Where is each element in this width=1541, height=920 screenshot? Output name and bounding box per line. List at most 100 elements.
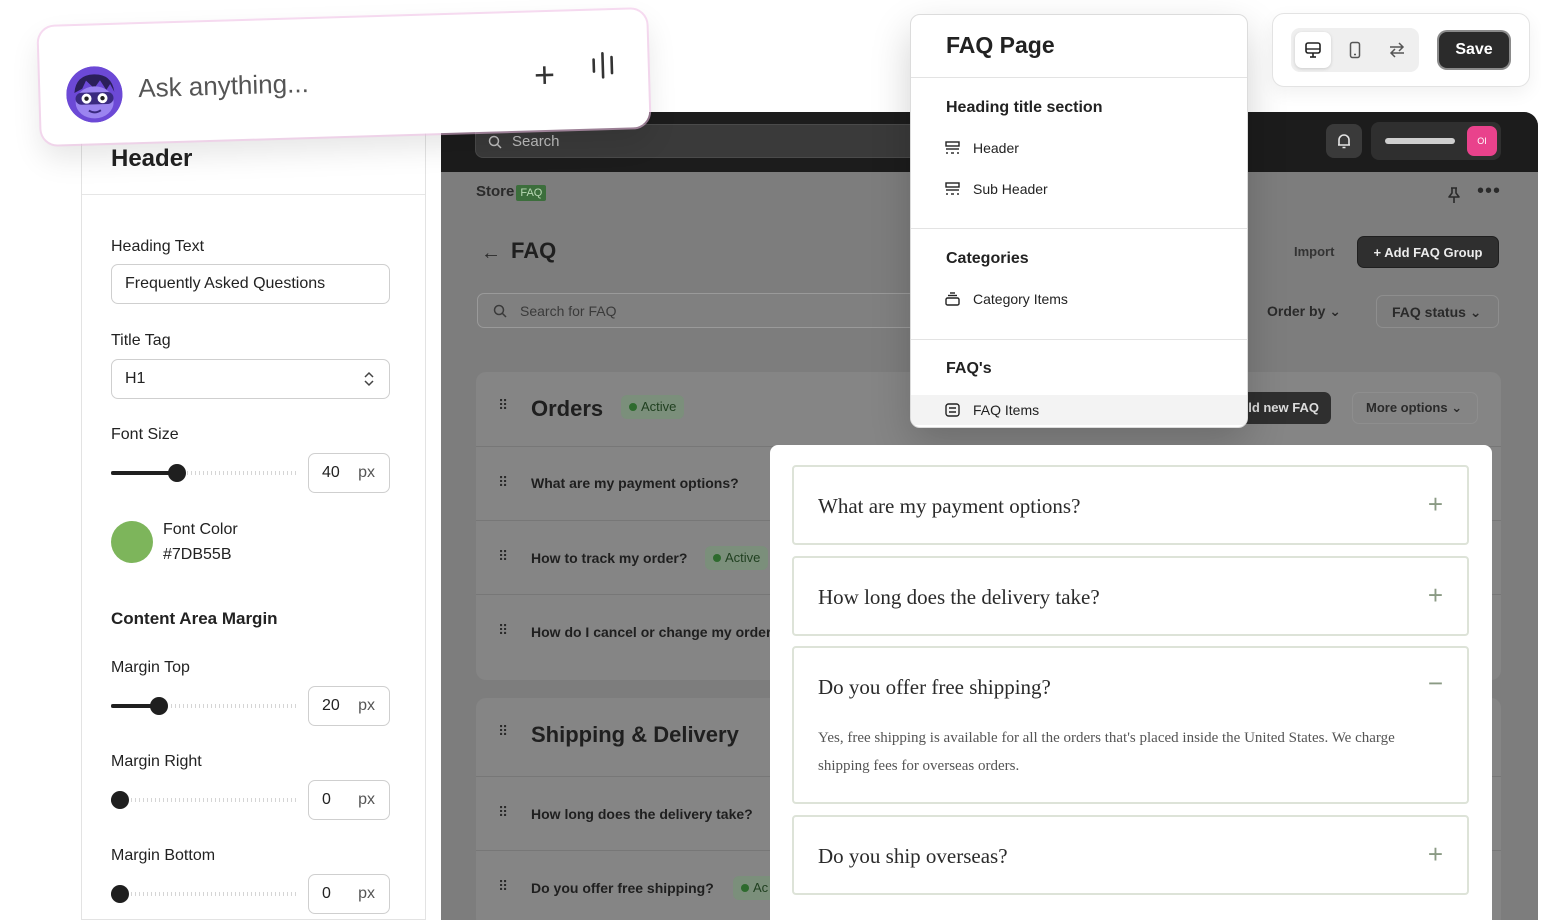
outline-item-sub-header[interactable]: Sub Header [911,174,1247,204]
save-button[interactable]: Save [1439,32,1509,68]
slider-track [111,798,298,802]
accordion-item[interactable]: How long does the delivery take? + [792,556,1469,636]
faq-search-input[interactable]: Search for FAQ [477,293,947,328]
admin-search-placeholder: Search [512,133,560,150]
faq-question: How long does the delivery take? [531,806,753,822]
divider [911,228,1247,229]
plus-icon[interactable]: + [533,54,555,97]
chevron-down-icon: ⌄ [1329,303,1341,319]
plus-icon[interactable]: + [1428,580,1443,611]
faq-search-placeholder: Search for FAQ [520,303,617,319]
margin-right-slider[interactable] [111,790,298,810]
drag-handle-icon[interactable]: ⠿ [498,475,508,489]
chevron-down-icon: ⌄ [1469,304,1482,320]
ai-prompt-bar[interactable]: Ask anything... + [38,9,650,145]
store-name: Store [476,183,515,200]
margin-top-slider[interactable] [111,696,298,716]
mobile-view-button[interactable] [1337,32,1373,68]
page-outline-dropdown: FAQ Page Heading title section Header Su… [910,14,1248,428]
drag-handle-icon[interactable]: ⠿ [498,724,508,738]
outline-section-title: Heading title section [946,99,1103,116]
faq-status-dropdown[interactable]: FAQ status ⌄ [1376,295,1499,328]
unit-label: px [358,791,375,808]
import-button[interactable]: Import [1279,237,1349,267]
slider-knob[interactable] [149,697,168,715]
unit-label: px [358,697,375,714]
avatar: OI [1467,126,1497,156]
store-logo: Store FAQ [476,183,547,201]
title-tag-select[interactable]: H1 [111,359,390,399]
group-title: Orders [531,396,604,421]
drag-handle-icon[interactable]: ⠿ [498,805,508,819]
accordion-item-expanded[interactable]: Do you offer free shipping? − Yes, free … [792,646,1469,804]
add-faq-group-button[interactable]: + Add FAQ Group [1357,236,1499,268]
font-color-swatch[interactable] [111,521,153,563]
accordion-question: Do you offer free shipping? [818,675,1051,699]
editor-toolbar: Save [1272,13,1530,87]
margin-top-label: Margin Top [111,659,190,676]
swap-arrows-icon [1379,42,1415,58]
margin-bottom-value: 0 [322,885,331,902]
font-color-label: Font Color [163,521,238,538]
title-tag-value: H1 [125,370,146,387]
page-title: FAQ [511,238,557,263]
notifications-button[interactable] [1326,124,1362,158]
bell-icon [1326,132,1362,150]
outline-item-label: FAQ Items [973,402,1040,418]
faq-question: How to track my order? [531,550,688,566]
accordion-item[interactable]: Do you ship overseas? + [792,815,1469,895]
drag-handle-icon[interactable]: ⠿ [498,549,508,563]
plus-icon[interactable]: + [1428,839,1443,870]
chevron-down-icon: ⌄ [1451,400,1463,415]
desktop-view-button[interactable] [1295,32,1331,68]
plus-icon[interactable]: + [1428,489,1443,520]
outline-item-header[interactable]: Header [911,133,1247,163]
ai-prompt-input[interactable]: Ask anything... [138,68,309,104]
heading-text-label: Heading Text [111,238,205,255]
drag-handle-icon[interactable]: ⠿ [498,623,508,637]
accordion-item[interactable]: What are my payment options? + [792,465,1469,545]
swap-view-button[interactable] [1379,32,1415,68]
heading-text-input[interactable]: Frequently Asked Questions [111,264,390,304]
more-options-dropdown[interactable]: More options ⌄ [1352,392,1478,424]
font-size-slider[interactable] [111,463,298,483]
outline-section-title: FAQ's [946,360,992,377]
margin-bottom-slider[interactable] [111,884,298,904]
slider-knob[interactable] [168,464,187,482]
mobile-icon [1337,41,1373,59]
font-size-input[interactable]: 40 px [308,453,390,493]
margin-right-value: 0 [322,791,331,808]
panel-title: Header [111,145,193,172]
font-size-label: Font Size [111,426,179,443]
margin-top-input[interactable]: 20 px [308,686,390,726]
outline-item-label: Sub Header [973,181,1048,197]
divider [911,77,1247,78]
more-menu-icon[interactable]: ••• [1477,180,1501,203]
add-new-faq-button[interactable]: ld new FAQ [1236,392,1331,424]
header-settings-panel: Header Heading Text Frequently Asked Que… [81,118,426,920]
slider-knob[interactable] [111,885,129,903]
user-menu[interactable]: OI [1371,122,1501,160]
status-badge: Active [621,395,685,419]
order-by-dropdown[interactable]: Order by ⌄ [1249,295,1369,328]
store-badge: FAQ [516,185,547,201]
unit-label: px [358,885,375,902]
group-title: Shipping & Delivery [531,722,739,747]
minus-icon[interactable]: − [1428,668,1443,699]
device-view-toggle [1291,28,1419,72]
drag-handle-icon[interactable]: ⠿ [498,398,508,412]
outline-item-category-items[interactable]: Category Items [911,284,1247,314]
outline-item-label: Category Items [973,291,1068,307]
margin-right-label: Margin Right [111,753,202,770]
more-options-label: More options [1366,400,1448,415]
back-arrow-icon[interactable]: ← [481,242,501,265]
ai-assistant-avatar [65,65,124,124]
margin-right-input[interactable]: 0 px [308,780,390,820]
pin-icon[interactable] [1446,186,1462,204]
slider-knob[interactable] [111,791,129,809]
margin-bottom-input[interactable]: 0 px [308,874,390,914]
faq-question: How do I cancel or change my order [531,624,772,640]
drag-handle-icon[interactable]: ⠿ [498,879,508,893]
voice-input-icon[interactable] [589,50,616,81]
outline-item-faq-items[interactable]: FAQ Items [911,395,1247,425]
